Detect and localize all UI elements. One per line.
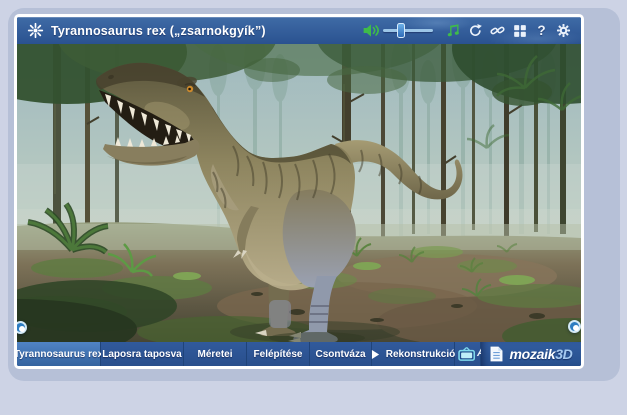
titlebar-toolbar: ?	[359, 20, 574, 41]
link-icon[interactable]	[487, 20, 508, 41]
tab-label: Laposra taposva	[102, 349, 181, 360]
tab-csontvaza[interactable]: Csontváza	[310, 342, 372, 366]
mozaik3d-logo: mozaik3D	[510, 346, 573, 362]
dinosaur-forest-scene[interactable]	[17, 44, 581, 342]
tab-rekonstrukcio[interactable]: Rekonstrukció	[372, 342, 455, 366]
tab-label: Méretei	[197, 349, 232, 360]
settings-gear-icon[interactable]	[553, 20, 574, 41]
tab-laposra-taposva[interactable]: Laposra taposva	[101, 342, 184, 366]
app-canvas: Tyrannosaurus rex („zsarnokgyík”)	[0, 0, 627, 415]
mozaik-sun-icon	[27, 22, 44, 39]
play-icon	[371, 349, 380, 360]
volume-slider-handle[interactable]	[397, 23, 405, 38]
tab-meretei[interactable]: Méretei	[184, 342, 247, 366]
titlebar: Tyrannosaurus rex („zsarnokgyík”)	[17, 17, 581, 44]
tab-felepitese[interactable]: Felépítése	[247, 342, 310, 366]
window-title: Tyrannosaurus rex („zsarnokgyík”)	[51, 24, 266, 38]
tab-label: Rekonstrukció	[386, 349, 455, 360]
3d-viewport	[17, 44, 581, 342]
tabbar: Tyrannosaurus rex Laposra taposva Mérete…	[17, 342, 581, 366]
tv-icon	[458, 347, 477, 362]
tab-tyrannosaurus-rex[interactable]: Tyrannosaurus rex	[17, 342, 101, 366]
volume-icon[interactable]	[360, 20, 381, 41]
mozaik3d-brand-panel[interactable]: mozaik3D	[481, 342, 581, 366]
volume-slider-track	[383, 29, 433, 32]
tab-label: Tyrannosaurus rex	[14, 349, 103, 360]
scene-hotspot-right[interactable]	[568, 320, 581, 333]
music-note-icon[interactable]	[443, 20, 464, 41]
apps-grid-icon[interactable]	[509, 20, 530, 41]
rotate-icon[interactable]	[465, 20, 486, 41]
help-icon[interactable]: ?	[531, 20, 552, 41]
tab-label: Csontváza	[315, 349, 365, 360]
mozaik3d-window: Tyrannosaurus rex („zsarnokgyík”)	[14, 14, 584, 369]
volume-slider[interactable]	[383, 20, 433, 41]
tab-label: Felépítése	[254, 349, 303, 360]
document-icon	[490, 346, 503, 362]
